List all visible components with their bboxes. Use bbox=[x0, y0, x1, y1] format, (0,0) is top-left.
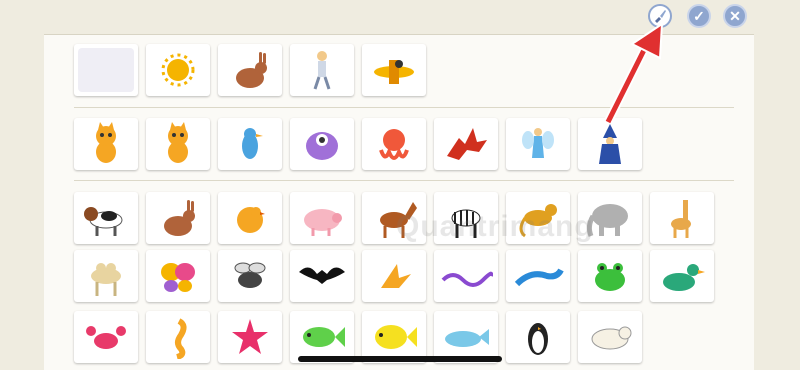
fly-icon bbox=[234, 262, 266, 288]
cat-icon bbox=[168, 122, 188, 163]
sprite-tile-starfish[interactable] bbox=[218, 311, 282, 363]
sun-icon bbox=[161, 53, 195, 87]
sprite-tile-red-dragon[interactable] bbox=[434, 118, 498, 170]
crab-icon bbox=[86, 326, 126, 349]
watermark: Quantrimang bbox=[396, 210, 594, 243]
wizard-icon bbox=[599, 124, 621, 164]
beagle-icon bbox=[84, 207, 123, 236]
sprite-tile-snake[interactable] bbox=[434, 250, 498, 302]
chick-icon bbox=[237, 207, 265, 233]
purple-monster-icon bbox=[306, 132, 338, 160]
row-separator bbox=[74, 180, 734, 181]
paintbrush-button[interactable] bbox=[648, 4, 672, 28]
bat-icon bbox=[299, 267, 345, 284]
sprite-tile-person-walking[interactable] bbox=[290, 44, 354, 96]
green-fish-icon bbox=[303, 327, 345, 347]
camel-icon bbox=[91, 263, 121, 296]
sprite-tile-giraffe[interactable] bbox=[650, 192, 714, 244]
paintbrush-icon bbox=[655, 10, 666, 23]
sprite-tile-purple-monster[interactable] bbox=[290, 118, 354, 170]
top-bar bbox=[0, 0, 800, 34]
sprite-tile-cat[interactable] bbox=[74, 118, 138, 170]
sprite-tile-blue-bird[interactable] bbox=[218, 118, 282, 170]
row-separator bbox=[74, 107, 734, 108]
close-icon: ✕ bbox=[729, 7, 741, 24]
sprite-tile-frog[interactable] bbox=[578, 250, 642, 302]
sprite-tile-chick[interactable] bbox=[218, 192, 282, 244]
sprite-tile-red-octopus[interactable] bbox=[362, 118, 426, 170]
check-icon: ✓ bbox=[693, 7, 705, 24]
sprite-tile-duck[interactable] bbox=[650, 250, 714, 302]
whale-icon bbox=[445, 329, 489, 347]
duck-icon bbox=[663, 264, 705, 291]
penguin-icon bbox=[528, 323, 548, 355]
sprite-tile-lizard[interactable] bbox=[506, 250, 570, 302]
starfish-icon bbox=[232, 319, 268, 354]
sprite-tile-rabbit[interactable] bbox=[146, 192, 210, 244]
rabbit-icon bbox=[236, 52, 267, 88]
sprite-tile-sun[interactable] bbox=[146, 44, 210, 96]
blue-bird-icon bbox=[242, 128, 263, 159]
blank-sprite-icon bbox=[78, 48, 134, 92]
red-octopus-icon bbox=[379, 129, 409, 160]
sprite-tile-airplane[interactable] bbox=[362, 44, 426, 96]
person-walking-icon bbox=[313, 51, 331, 90]
frog-icon bbox=[595, 263, 625, 291]
sprite-tile-wizard[interactable] bbox=[578, 118, 642, 170]
sprite-tile-blank[interactable] bbox=[74, 44, 138, 96]
cat-icon bbox=[96, 122, 116, 163]
bird-icon bbox=[381, 264, 411, 288]
sprite-tile-fly[interactable] bbox=[218, 250, 282, 302]
airplane-icon bbox=[374, 60, 414, 84]
lizard-icon bbox=[514, 268, 564, 287]
polar-bear-icon bbox=[591, 326, 632, 350]
seahorse-icon bbox=[175, 318, 187, 359]
red-dragon-icon bbox=[447, 128, 487, 160]
sprite-tile-bat[interactable] bbox=[290, 250, 354, 302]
yellow-fish-icon bbox=[375, 325, 417, 349]
giraffe-icon bbox=[671, 200, 691, 238]
fairy-icon bbox=[522, 128, 554, 158]
sprite-tile-crab[interactable] bbox=[74, 311, 138, 363]
rabbit-icon bbox=[164, 200, 195, 236]
sprite-tile-pig[interactable] bbox=[290, 192, 354, 244]
pig-icon bbox=[304, 209, 342, 236]
sprite-tile-beagle[interactable] bbox=[74, 192, 138, 244]
home-indicator bbox=[298, 356, 502, 362]
sprite-tile-polar-bear[interactable] bbox=[578, 311, 642, 363]
butterfly-icon bbox=[161, 263, 195, 292]
sprite-tile-seahorse[interactable] bbox=[146, 311, 210, 363]
sprite-tile-camel[interactable] bbox=[74, 250, 138, 302]
sprite-tile-bird[interactable] bbox=[362, 250, 426, 302]
sprite-tile-rabbit[interactable] bbox=[218, 44, 282, 96]
sprite-tile-cat[interactable] bbox=[146, 118, 210, 170]
sprite-tile-fairy[interactable] bbox=[506, 118, 570, 170]
confirm-button[interactable]: ✓ bbox=[687, 4, 711, 28]
sprite-tile-penguin[interactable] bbox=[506, 311, 570, 363]
sprite-tile-butterfly[interactable] bbox=[146, 250, 210, 302]
close-button[interactable]: ✕ bbox=[723, 4, 747, 28]
snake-icon bbox=[441, 271, 493, 287]
